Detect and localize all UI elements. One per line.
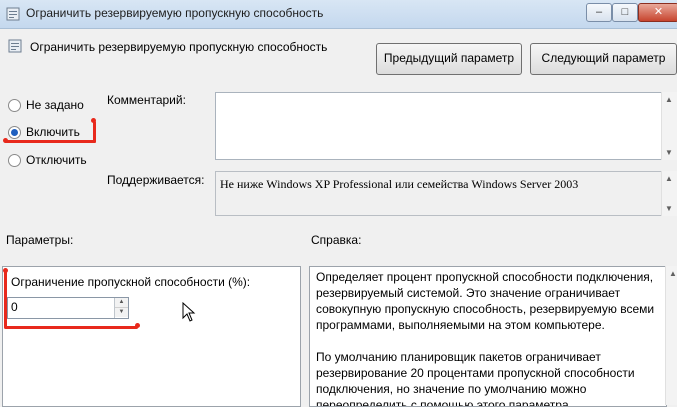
annotation-dot (91, 118, 96, 123)
policy-icon (6, 7, 20, 21)
radio-dot[interactable] (8, 126, 21, 139)
radio-dot[interactable] (8, 154, 21, 167)
minimize-button[interactable]: – (586, 3, 612, 22)
radio-dot[interactable] (8, 99, 21, 112)
annotation-dot (3, 138, 8, 143)
spinner-buttons[interactable]: ▲ ▼ (114, 298, 128, 318)
scroll-up-icon[interactable]: ▲ (665, 95, 673, 104)
close-button[interactable]: ✕ (638, 3, 677, 22)
supported-scrollbar[interactable]: ▲ ▼ (661, 171, 677, 216)
annotation-underline (4, 140, 96, 143)
bandwidth-limit-value[interactable]: 0 (11, 300, 18, 314)
radio-label: Включить (26, 125, 80, 139)
supported-text: Не ниже Windows XP Professional или семе… (220, 177, 579, 191)
params-section-label: Параметры: (6, 233, 74, 247)
supported-label: Поддерживается: (107, 173, 205, 187)
scroll-down-icon[interactable]: ▼ (665, 204, 673, 213)
scroll-up-icon[interactable]: ▲ (665, 174, 673, 183)
bandwidth-limit-label: Ограничение пропускной способности (%): (11, 275, 251, 289)
spin-down-icon[interactable]: ▼ (115, 308, 128, 317)
mouse-cursor-icon (182, 302, 196, 322)
annotation-dot (3, 268, 8, 273)
annotation-stroke (4, 270, 7, 328)
title-bar: Ограничить резервируемую пропускную спос… (0, 0, 677, 29)
help-paragraph: По умолчанию планировщик пакетов огранич… (316, 350, 635, 407)
help-scrollbar[interactable]: ▲ (665, 266, 677, 405)
spin-up-icon[interactable]: ▲ (115, 298, 128, 308)
window-title: Ограничить резервируемую пропускную спос… (26, 6, 324, 20)
help-paragraph: Определяет процент пропускной способност… (316, 270, 655, 332)
radio-label: Не задано (26, 98, 84, 112)
comment-label: Комментарий: (107, 93, 186, 107)
supported-box: Не ниже Windows XP Professional или семе… (215, 171, 663, 216)
annotation-dot (135, 323, 140, 328)
scroll-down-icon[interactable]: ▼ (665, 148, 673, 157)
comment-scrollbar[interactable]: ▲ ▼ (661, 92, 677, 160)
help-section-label: Справка: (311, 233, 362, 247)
next-setting-button[interactable]: Следующий параметр (530, 43, 677, 75)
policy-icon (8, 39, 22, 53)
bandwidth-limit-spinbox[interactable]: 0 ▲ ▼ (7, 297, 129, 319)
previous-setting-button[interactable]: Предыдущий параметр (376, 43, 522, 75)
maximize-button[interactable]: □ (612, 3, 638, 22)
params-panel: Ограничение пропускной способности (%): … (2, 266, 301, 407)
comment-textarea[interactable] (215, 92, 663, 160)
help-panel: Определяет процент пропускной способност… (309, 266, 667, 407)
scroll-up-icon[interactable]: ▲ (669, 269, 677, 278)
annotation-underline (4, 326, 138, 329)
annotation-stroke (93, 121, 96, 143)
setting-title: Ограничить резервируемую пропускную спос… (30, 40, 328, 54)
radio-label: Отключить (26, 153, 87, 167)
